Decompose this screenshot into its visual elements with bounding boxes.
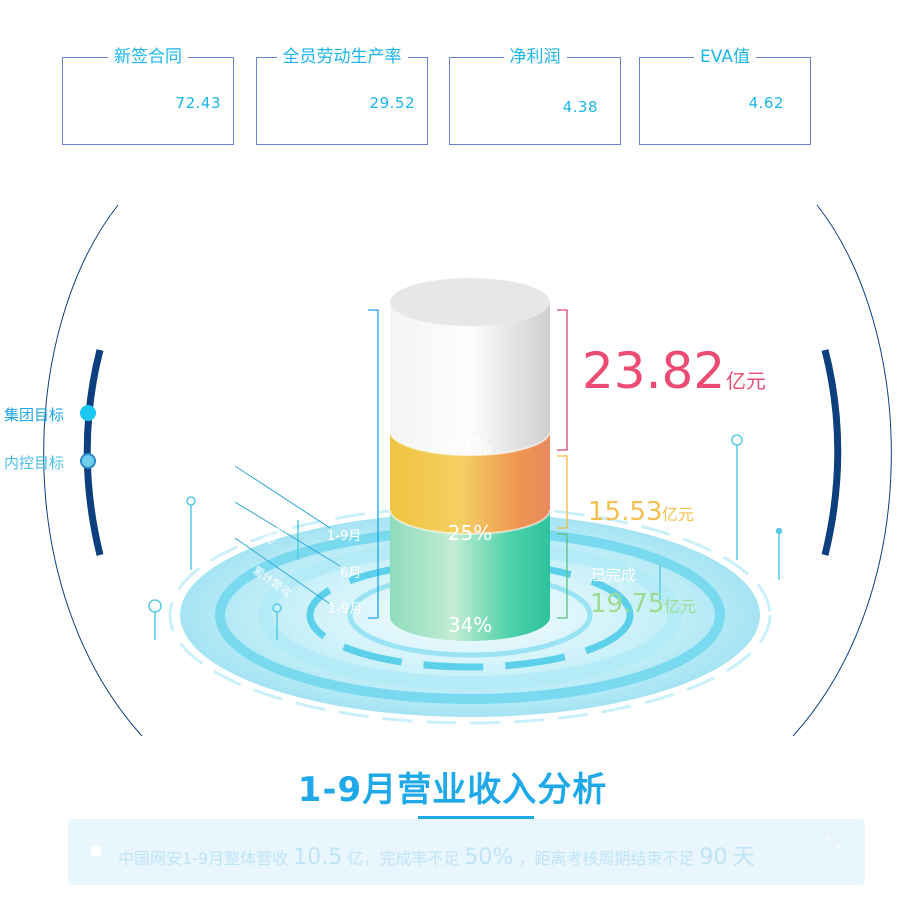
marquee-num3: 90 bbox=[699, 845, 728, 870]
bracket-yellow bbox=[557, 455, 568, 529]
percent-label-top: 41% bbox=[448, 434, 492, 458]
scroll-arrows-icon[interactable]: ⌃⌄ bbox=[822, 837, 845, 851]
chart-title: 1-9月营业收入分析 bbox=[297, 770, 608, 810]
legend-group-target[interactable]: 集团目标 bbox=[4, 404, 96, 425]
callout-unit-middle: 亿元 bbox=[662, 505, 694, 524]
side-label: 1-9月 bbox=[328, 602, 362, 617]
cylinder-top-cap bbox=[390, 278, 550, 326]
info-marquee[interactable]: 中国网安1-9月整体营收 10.5 亿，完成率不足 50% ，距离考核周期结束不… bbox=[68, 819, 865, 885]
marquee-text: 中国网安1-9月整体营收 10.5 亿，完成率不足 50% ，距离考核周期结束不… bbox=[118, 839, 755, 871]
callout-value-top: 23.82 bbox=[582, 342, 725, 400]
inner-arc-right bbox=[821, 349, 842, 556]
revenue-cylinder-chart: 41% 25% 34% 23.82 亿元 15.53 亿元 已完成 19.75 … bbox=[43, 204, 892, 737]
callout-unit-top: 亿元 bbox=[726, 369, 766, 393]
marquee-mid1: 亿，完成率不足 bbox=[347, 849, 460, 868]
legend-label: 集团目标 bbox=[4, 406, 65, 424]
side-label: 1-9月 bbox=[327, 529, 361, 544]
bullet-icon bbox=[90, 845, 102, 857]
callout-value-middle: 15.53 bbox=[588, 497, 662, 527]
callout-unit-bottom: 亿元 bbox=[664, 597, 696, 616]
marquee-num2: 50% bbox=[464, 845, 514, 870]
callout-value-bottom: 19.75 bbox=[590, 589, 664, 619]
marquee-suffix: 天 bbox=[732, 845, 755, 870]
bracket-pink bbox=[557, 309, 568, 451]
cylinder-group bbox=[389, 278, 551, 641]
legend-label: 内控目标 bbox=[4, 454, 65, 472]
callout-prefix-bottom: 已完成 bbox=[591, 566, 636, 584]
marquee-prefix: 中国网安1-9月整体营收 bbox=[118, 849, 289, 868]
marquee-num1: 10.5 bbox=[293, 845, 343, 870]
legend-internal-target[interactable]: 内控目标 bbox=[4, 452, 96, 473]
outer-arc-right bbox=[792, 204, 892, 737]
marquee-mid2: ，距离考核周期结束不足 bbox=[518, 849, 695, 868]
legend-dot-internal bbox=[80, 453, 96, 469]
side-label: 6月 bbox=[340, 566, 361, 581]
percent-label-middle: 25% bbox=[448, 521, 492, 545]
legend-dot-group bbox=[80, 405, 96, 421]
percent-label-bottom: 34% bbox=[448, 613, 492, 637]
